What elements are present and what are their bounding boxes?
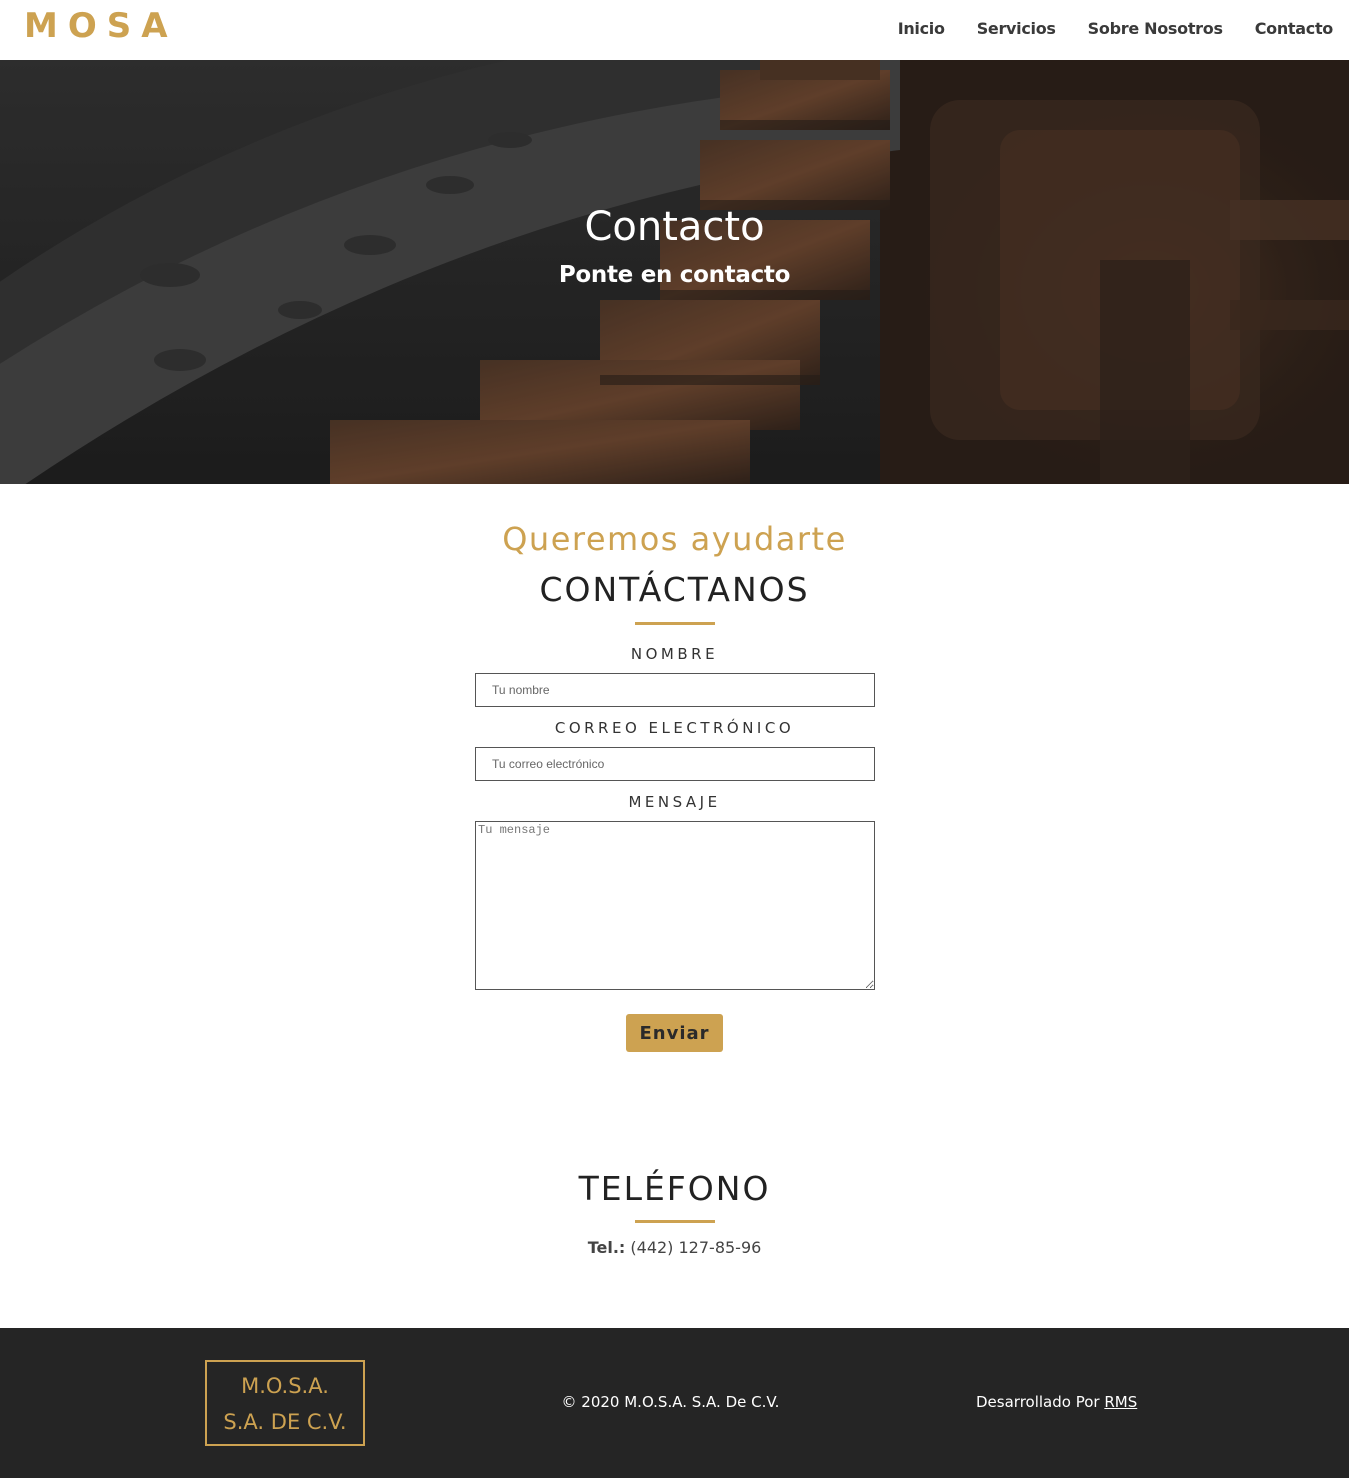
email-label: CORREO ELECTRÓNICO	[554, 719, 795, 737]
nav-link-sobre-nosotros[interactable]: Sobre Nosotros	[1088, 19, 1223, 38]
top-navbar: MOSA Inicio Servicios Sobre Nosotros Con…	[0, 0, 1349, 60]
phone-number: (442) 127-85-96	[630, 1238, 762, 1257]
hero-title: Contacto	[584, 204, 765, 250]
phone-line: Tel.: (442) 127-85-96	[0, 1238, 1349, 1257]
phone-prefix: Tel.:	[587, 1238, 626, 1257]
hero-subtitle: Ponte en contacto	[558, 262, 791, 288]
name-label: NOMBRE	[630, 645, 719, 663]
message-textarea[interactable]	[475, 821, 875, 990]
phone-heading: TELÉFONO	[578, 1169, 771, 1208]
contact-kicker: Queremos ayudarte	[502, 520, 847, 558]
footer-copyright: © 2020 M.O.S.A. S.A. De C.V.	[561, 1393, 780, 1411]
contact-heading: CONTÁCTANOS	[539, 570, 810, 609]
phone-divider	[635, 1220, 715, 1223]
footer-dev-link[interactable]: RMS	[1104, 1393, 1137, 1411]
site-logo[interactable]: MOSA	[24, 6, 178, 46]
footer-dev-text: Desarrollado Por	[976, 1393, 1100, 1411]
footer-developer: Desarrollado Por RMS	[976, 1393, 1137, 1411]
email-input[interactable]	[475, 747, 875, 781]
hero-banner: Contacto Ponte en contacto	[0, 60, 1349, 484]
name-input[interactable]	[475, 673, 875, 707]
submit-button[interactable]: Enviar	[626, 1014, 723, 1052]
contact-divider	[635, 622, 715, 625]
site-footer: M.O.S.A. S.A. DE C.V. © 2020 M.O.S.A. S.…	[0, 1328, 1349, 1478]
nav-link-servicios[interactable]: Servicios	[977, 19, 1056, 38]
nav-link-contacto[interactable]: Contacto	[1255, 19, 1334, 38]
message-label: MENSAJE	[628, 793, 721, 811]
nav-link-inicio[interactable]: Inicio	[898, 19, 945, 38]
main-nav: Inicio Servicios Sobre Nosotros Contacto	[898, 19, 1334, 38]
